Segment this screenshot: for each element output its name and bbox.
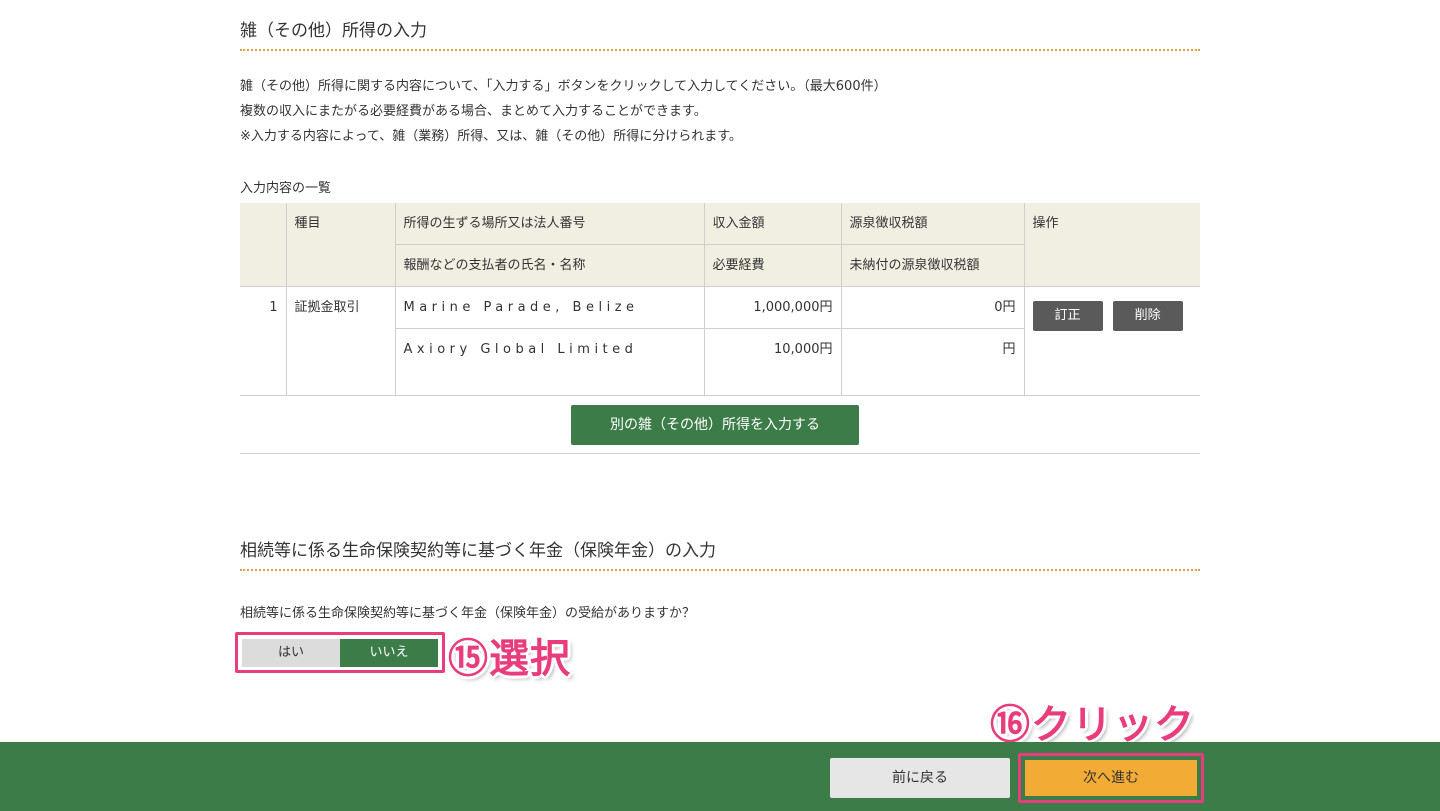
page: 雑（その他）所得の入力 雑（その他）所得に関する内容について、「入力する」ボタン… xyxy=(0,0,1440,811)
annotation-step15: ⑮選択 xyxy=(448,636,571,682)
header-no xyxy=(240,203,287,287)
row-withholding: 0円 xyxy=(840,286,1025,329)
footer-bar: 前に戻る 次へ進む xyxy=(0,742,1440,811)
header-unpaid-withholding: 未納付の源泉徴収税額 xyxy=(840,244,1024,287)
list-caption: 入力内容の一覧 xyxy=(240,181,332,196)
row-number: 1 xyxy=(240,286,287,396)
edit-button[interactable]: 訂正 xyxy=(1032,301,1103,331)
row-type: 証拠金取引 xyxy=(285,286,396,396)
row-unpaid-withholding: 円 xyxy=(840,328,1024,396)
row-ops: 訂正 削除 xyxy=(1023,286,1200,396)
header-ops: 操作 xyxy=(1023,203,1200,287)
table-row: 1 証拠金取引 Marine Parade, Belize 1,000,000円… xyxy=(240,286,1200,396)
back-button[interactable]: 前に戻る xyxy=(830,758,1010,798)
option-no[interactable]: いいえ xyxy=(340,639,438,667)
add-misc-income-button[interactable]: 別の雑（その他）所得を入力する xyxy=(571,405,859,445)
table-header-row: 種目 所得の生ずる場所又は法人番号 収入金額 源泉徴収税額 操作 xyxy=(240,203,1200,287)
row-income: 1,000,000円 xyxy=(703,286,842,329)
next-button[interactable]: 次へ進む xyxy=(1025,760,1197,796)
pension-question: 相続等に係る生命保険契約等に基づく年金（保険年金）の受給がありますか？ xyxy=(240,606,696,621)
header-payer: 報酬などの支払者の氏名・名称 xyxy=(395,244,705,287)
section-title-misc-income: 雑（その他）所得の入力 xyxy=(240,18,1200,51)
row-expense: 10,000円 xyxy=(703,328,842,396)
entries-table: 種目 所得の生ずる場所又は法人番号 収入金額 源泉徴収税額 操作 報酬などの支払… xyxy=(240,203,1200,396)
header-type: 種目 xyxy=(285,203,396,287)
header-place: 所得の生ずる場所又は法人番号 xyxy=(394,203,705,245)
description-line: 複数の収入にまたがる必要経費がある場合、まとめて入力することができます。 xyxy=(240,104,707,119)
delete-button[interactable]: 削除 xyxy=(1112,301,1183,331)
highlight-box-toggle: はい いいえ xyxy=(235,632,445,673)
header-expense: 必要経費 xyxy=(703,244,842,287)
description-line: ※入力する内容によって、雑（業務）所得、又は、雑（その他）所得に分けられます。 xyxy=(240,129,742,144)
option-yes[interactable]: はい xyxy=(242,639,340,667)
section-title-insurance-pension: 相続等に係る生命保険契約等に基づく年金（保険年金）の入力 xyxy=(240,538,1200,571)
header-withholding: 源泉徴収税額 xyxy=(840,203,1025,245)
row-payer: Axiory Global Limited xyxy=(395,328,705,396)
section-description: 雑（その他）所得に関する内容について、「入力する」ボタンをクリックして入力してく… xyxy=(240,74,1200,149)
highlight-box-next: 次へ進む xyxy=(1018,753,1204,803)
add-row: 別の雑（その他）所得を入力する xyxy=(240,396,1200,454)
description-line: 雑（その他）所得に関する内容について、「入力する」ボタンをクリックして入力してく… xyxy=(240,79,887,94)
yes-no-toggle: はい いいえ xyxy=(242,639,438,667)
header-income: 収入金額 xyxy=(703,203,842,245)
row-place: Marine Parade, Belize xyxy=(394,286,705,329)
